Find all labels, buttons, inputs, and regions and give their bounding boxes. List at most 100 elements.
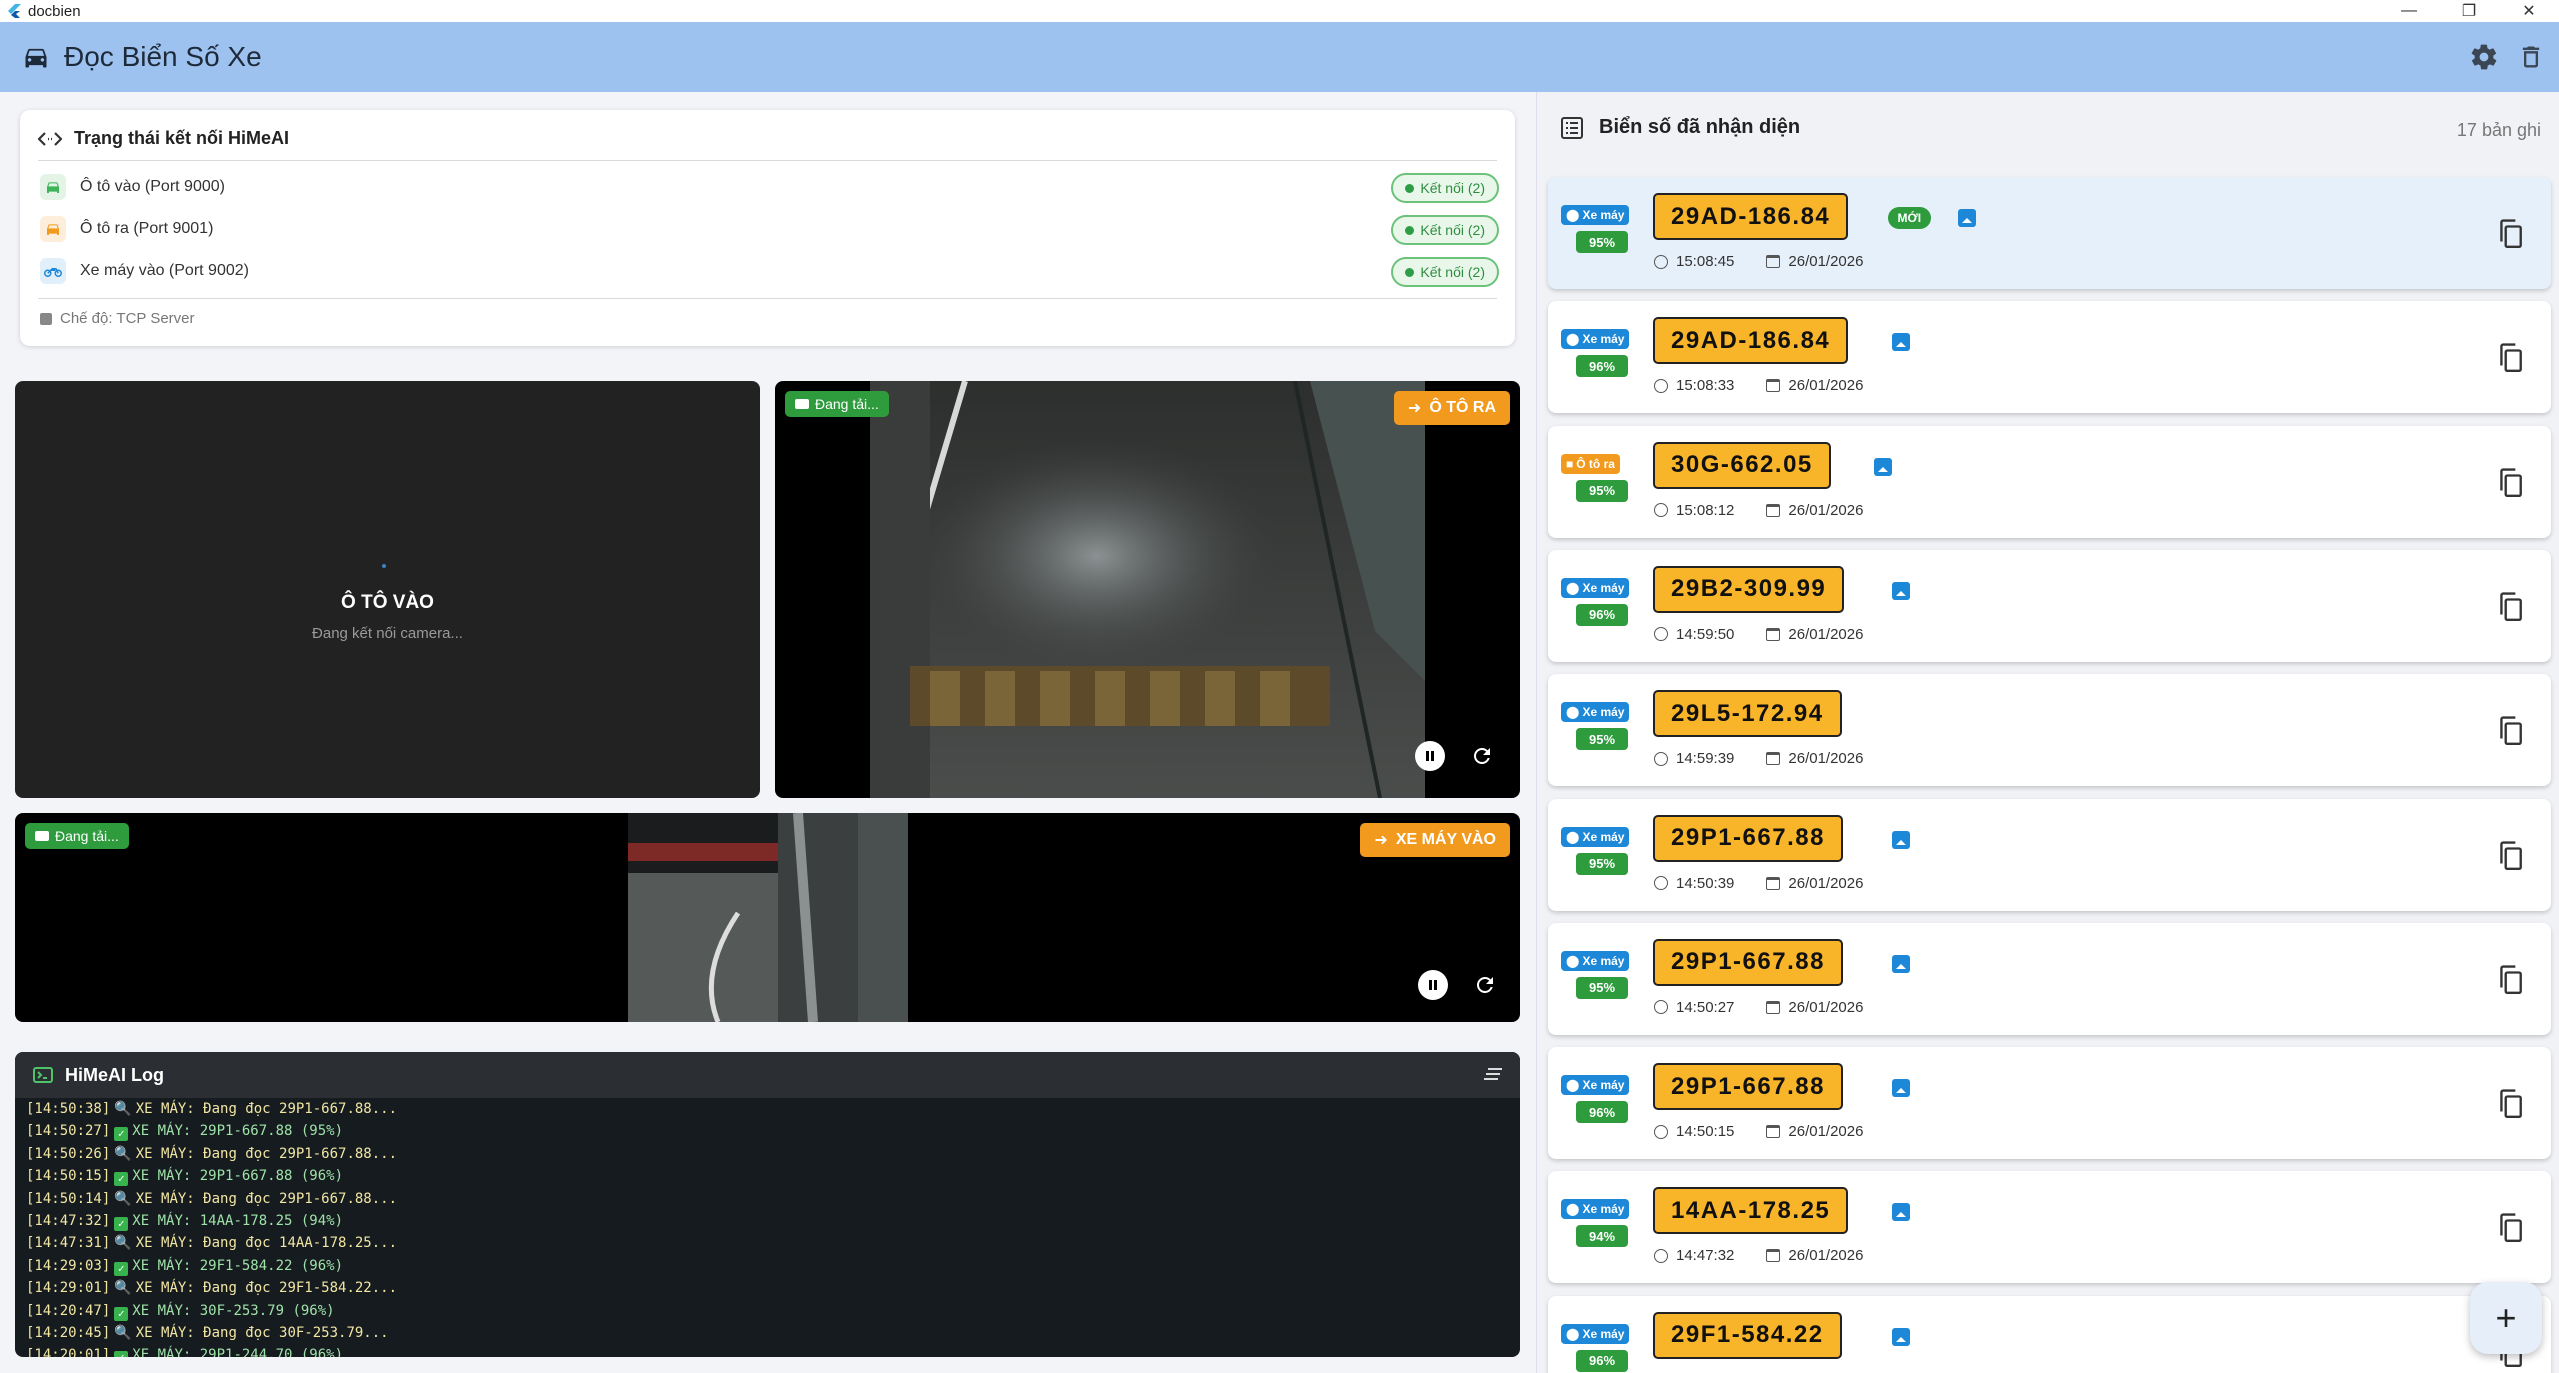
minimize-button[interactable]: — (2379, 0, 2439, 22)
vehicle-type-badge: ⬤ Xe máy (1561, 1323, 1630, 1344)
clear-log-icon[interactable] (1484, 1066, 1502, 1082)
search-icon: 🔍 (114, 1235, 132, 1252)
motorbike-icon (40, 258, 66, 284)
calendar-icon (1766, 627, 1781, 641)
copy-icon[interactable] (2497, 343, 2523, 373)
motorbike-icon: ⬤ (1566, 705, 1580, 720)
plate-record[interactable]: ⬤ Xe máy 95% 29L5-172.94 14:59:39 26/01/2026 (1548, 674, 2551, 787)
record-date: 26/01/2026 (1788, 625, 1864, 643)
copy-icon[interactable] (2497, 1213, 2523, 1243)
restore-button[interactable]: ❐ (2439, 0, 2499, 22)
copy-icon[interactable] (2497, 592, 2523, 622)
copy-icon[interactable] (2497, 219, 2523, 249)
pause-button[interactable] (1418, 970, 1448, 1000)
log-line: [14:50:14] 🔍 XE MÁY: Đang đọc 29P1-667.88.… (26, 1188, 1509, 1210)
plate-record[interactable]: ⬤ Xe máy 95% 29AD-186.84 MỚI 15:08:45 26/01/20… (1548, 177, 2551, 289)
record-time: 14:50:27 (1676, 998, 1735, 1016)
pause-button[interactable] (1415, 741, 1445, 771)
image-icon[interactable] (1891, 333, 1910, 352)
plate-record[interactable]: ⬤ Xe máy 96% 29B2-309.99 14:59:50 26/01/2026 (1548, 549, 2551, 662)
image-icon[interactable] (1874, 457, 1892, 476)
confidence-badge: 96% (1576, 1101, 1628, 1124)
record-time: 14:59:39 (1676, 750, 1735, 768)
plate-record[interactable]: ⬤ Xe máy 96% 29AD-186.84 15:08:33 26/01/2026 (1548, 301, 2551, 414)
camera-tag: ➜ Ô TÔ RA (1393, 391, 1510, 425)
check-icon: ✓ (114, 1127, 129, 1142)
plate-number: 29P1-667.88 (1653, 1063, 1843, 1111)
terminal-icon (33, 1067, 53, 1083)
connection-label: Ô tô vào (Port 9000) (80, 178, 225, 195)
plates-title: Biển số đã nhận diện (1599, 116, 1801, 138)
image-icon[interactable] (1957, 209, 1976, 227)
camera-feed-image (870, 381, 1425, 798)
clock-icon (1654, 378, 1668, 393)
vehicle-type-badge: ⬤ Xe máy (1561, 826, 1630, 847)
plate-record[interactable]: ⬤ Xe máy 96% 29F1-584.22 (1548, 1295, 2551, 1373)
calendar-icon (1766, 876, 1781, 890)
add-button[interactable]: + (2470, 1282, 2542, 1354)
exit-icon: ➜ (1374, 832, 1388, 849)
copy-icon[interactable] (2497, 965, 2523, 995)
record-time: 14:59:50 (1676, 625, 1735, 643)
close-button[interactable]: ✕ (2499, 0, 2559, 22)
plate-record[interactable]: ⬤ Xe máy 95% 29P1-667.88 14:50:27 26/01/2026 (1548, 922, 2551, 1035)
copy-icon[interactable] (2497, 840, 2523, 871)
connection-status-card: Trạng thái kết nối HiMeAI Ô tô vào (Port… (20, 110, 1515, 346)
camera-car-out[interactable]: Đang tải... ➜ Ô TÔ RA (775, 381, 1520, 798)
clock-icon (1654, 1124, 1668, 1139)
app-bar: Đọc Biển Số Xe (0, 22, 2559, 92)
copy-icon[interactable] (2497, 468, 2523, 498)
gear-icon[interactable] (2469, 42, 2499, 72)
refresh-button[interactable] (1467, 741, 1497, 771)
log-line: [14:50:27] ✓ XE MÁY: 29P1-667.88 (95%) (26, 1123, 344, 1142)
himeai-log-panel[interactable]: HiMeAI Log [14:50:38] 🔍 XE MÁY: Đang đọc 2… (15, 1052, 1520, 1357)
divider (38, 160, 1497, 161)
camera-bike-in[interactable]: Đang tải... ➜ XE MÁY VÀO (15, 813, 1520, 1022)
connection-label: Ô tô ra (Port 9001) (80, 220, 214, 237)
vehicle-type-badge: ⬤ Xe máy (1561, 577, 1630, 598)
confidence-badge: 94% (1576, 1225, 1628, 1248)
car-icon (40, 216, 66, 242)
record-date: 26/01/2026 (1788, 998, 1864, 1016)
status-badge: Kết nối (2) (1391, 215, 1499, 245)
record-time: 15:08:33 (1676, 377, 1735, 395)
app-title: Đọc Biển Số Xe (64, 41, 262, 72)
car-icon (40, 174, 66, 200)
plate-record[interactable]: ⬤ Xe máy 94% 14AA-178.25 14:47:32 26/01/2026 (1548, 1171, 2551, 1284)
confidence-badge: 95% (1576, 231, 1628, 253)
refresh-button[interactable] (1470, 970, 1500, 1000)
record-date: 26/01/2026 (1788, 253, 1864, 270)
record-date: 26/01/2026 (1788, 1247, 1864, 1265)
confidence-badge: 95% (1576, 852, 1628, 875)
image-icon[interactable] (1891, 830, 1910, 849)
motorbike-icon: ⬤ (1566, 580, 1580, 595)
camera-car-in[interactable]: Ô TÔ VÀO Đang kết nối camera... (15, 381, 760, 798)
record-date: 26/01/2026 (1788, 750, 1864, 768)
image-icon[interactable] (1891, 954, 1910, 973)
loading-badge: Đang tải... (25, 823, 129, 849)
new-badge: MỚI (1887, 207, 1932, 229)
image-icon[interactable] (1891, 1079, 1910, 1098)
check-icon: ✓ (114, 1261, 129, 1276)
plate-number: 29F1-584.22 (1653, 1311, 1842, 1359)
plate-record[interactable]: ⬤ Xe máy 95% 29P1-667.88 14:50:39 26/01/2026 (1548, 798, 2551, 911)
motorbike-icon: ⬤ (1566, 829, 1580, 844)
copy-icon[interactable] (2497, 716, 2523, 746)
confidence-badge: 95% (1576, 976, 1628, 999)
search-icon: 🔍 (114, 1190, 132, 1207)
record-time: 14:50:15 (1676, 1123, 1735, 1141)
image-icon[interactable] (1891, 1327, 1910, 1346)
plate-number: 30G-662.05 (1653, 441, 1831, 489)
motorbike-icon: ⬤ (1566, 332, 1580, 347)
trash-icon[interactable] (2517, 42, 2545, 72)
record-time: 14:47:32 (1676, 1247, 1735, 1265)
plate-record[interactable]: ■ Ô tô ra 95% 30G-662.05 15:08:12 26/01/2026 (1548, 425, 2551, 538)
search-icon: 🔍 (114, 1101, 132, 1117)
image-icon[interactable] (1891, 581, 1910, 600)
plate-record[interactable]: ⬤ Xe máy 96% 29P1-667.88 14:50:15 26/01/2026 (1548, 1047, 2551, 1160)
vehicle-type-badge: ⬤ Xe máy (1561, 950, 1630, 971)
image-icon[interactable] (1891, 1203, 1910, 1222)
search-icon: 🔍 (114, 1145, 132, 1162)
vehicle-type-badge: ⬤ Xe máy (1561, 702, 1630, 723)
copy-icon[interactable] (2497, 1089, 2523, 1119)
